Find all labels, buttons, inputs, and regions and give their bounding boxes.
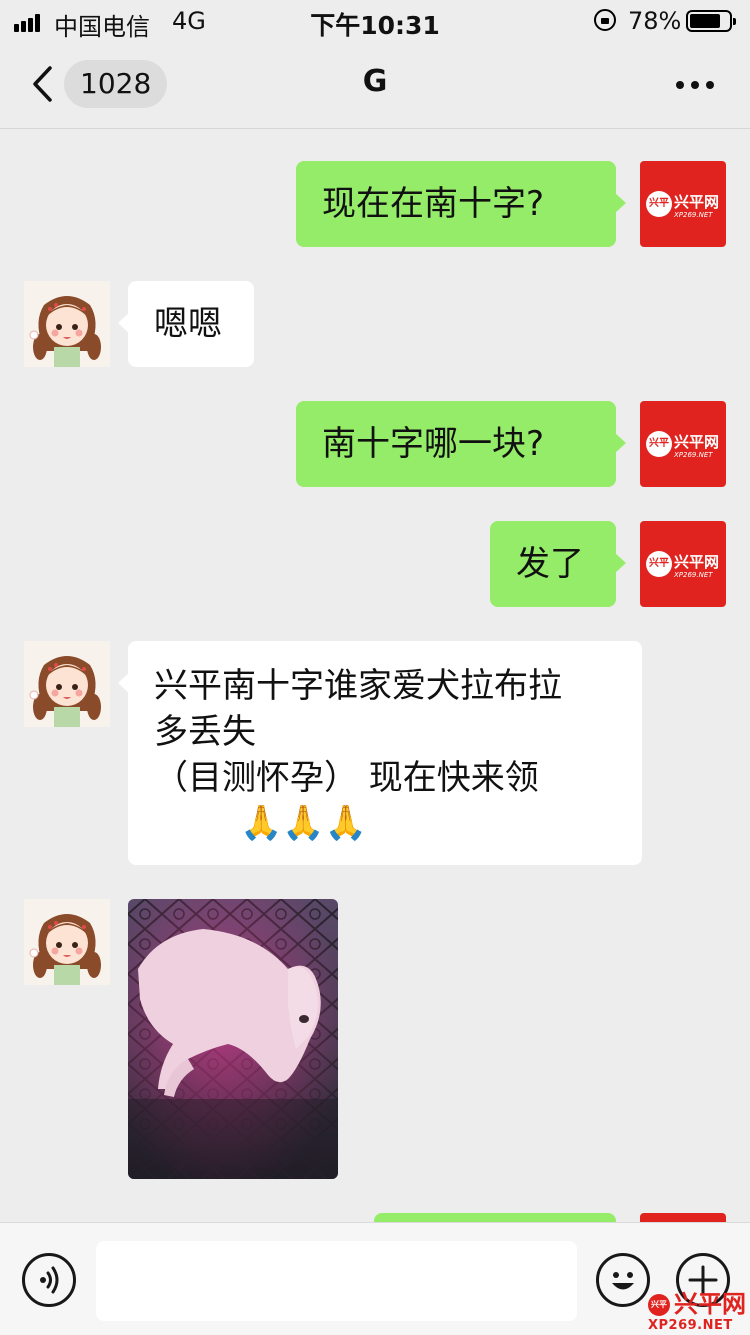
watermark-logo-icon: 兴平	[648, 1294, 670, 1316]
rotation-lock-icon	[594, 9, 616, 31]
message-line: 兴平南十字谁家爱犬拉布拉	[154, 666, 562, 706]
voice-icon	[40, 1266, 59, 1294]
message-bubble[interactable]: 嗯嗯	[118, 281, 254, 367]
brand-name: 兴平网	[674, 193, 720, 211]
message-bubble[interactable]: 南十字哪一块?	[296, 401, 626, 487]
message-input[interactable]	[96, 1241, 577, 1321]
self-avatar[interactable]: 兴平 兴平网 XP269.NET	[640, 521, 726, 607]
brand-logo-icon: 兴平	[646, 191, 672, 217]
brand-logo-icon: 兴平	[646, 431, 672, 457]
chat-header: 1028 G	[0, 40, 750, 129]
brand-name: 兴平网	[674, 553, 720, 571]
self-avatar[interactable]: 兴平 兴平网 XP269.NET	[640, 161, 726, 247]
watermark-url: XP269.NET	[648, 1318, 733, 1333]
dog-photo-image	[128, 899, 338, 1179]
battery-percent: 78%	[628, 7, 682, 35]
message-bubble[interactable]: 兴平南十字谁家爱犬拉布拉 多丢失 （目测怀孕） 现在快来领 🙏🙏🙏	[118, 641, 642, 865]
praying-hands-emoji: 🙏🙏🙏	[240, 803, 368, 843]
battery-level-fill	[690, 14, 720, 28]
battery-icon	[686, 10, 736, 32]
girl-avatar-icon	[24, 641, 110, 727]
contact-avatar[interactable]	[24, 899, 110, 985]
message-bubble[interactable]: 现在在南十字?	[296, 161, 626, 247]
emoji-button[interactable]	[596, 1253, 650, 1307]
brand-url: XP269.NET	[674, 211, 713, 219]
brand-url: XP269.NET	[674, 571, 713, 579]
dog-photo-message[interactable]	[128, 899, 338, 1179]
back-button[interactable]	[30, 64, 54, 104]
message-bubble[interactable]: 发了	[490, 521, 626, 607]
input-bar	[0, 1222, 750, 1335]
message-line: （目测怀孕） 现在快来领	[154, 758, 539, 798]
watermark-name: 兴平网	[674, 1289, 746, 1318]
message-line: 多丢失	[154, 712, 256, 752]
chevron-left-icon	[33, 66, 52, 102]
voice-input-button[interactable]	[22, 1253, 76, 1307]
brand-name: 兴平网	[674, 433, 720, 451]
smiley-face-icon	[612, 1272, 634, 1290]
contact-avatar[interactable]	[24, 281, 110, 367]
site-watermark: 兴平 兴平网 XP269.NET	[646, 1290, 750, 1334]
girl-avatar-icon	[24, 281, 110, 367]
contact-avatar[interactable]	[24, 641, 110, 727]
unread-count-badge[interactable]: 1028	[64, 60, 168, 108]
girl-avatar-icon	[24, 899, 110, 985]
brand-logo-icon: 兴平	[646, 551, 672, 577]
self-avatar[interactable]: 兴平 兴平网 XP269.NET	[640, 401, 726, 487]
brand-url: XP269.NET	[674, 451, 713, 459]
status-bar: 中国电信 4G 下午10:31 78%	[0, 0, 750, 41]
more-options-button[interactable]	[672, 70, 718, 98]
